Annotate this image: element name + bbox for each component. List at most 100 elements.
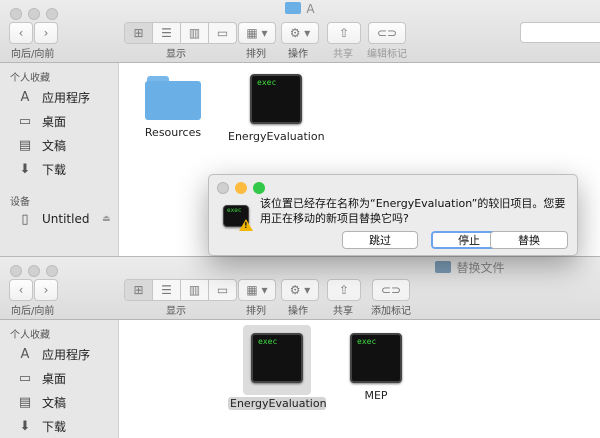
share-icon: ⇧ <box>338 26 350 40</box>
drive-icon: ▯ <box>21 211 29 227</box>
folder-icon <box>145 76 201 120</box>
edit-tags-button[interactable]: ⊂⊃ <box>368 22 406 44</box>
edit-tags-label: 编辑标记 <box>367 49 407 60</box>
window-title: 替换文件 <box>170 259 600 276</box>
view-label: 显示 <box>166 306 186 317</box>
sidebar: 个人收藏 A 应用程序 ▭ 桌面 ▤ 文稿 ⬇ 下载 <box>0 320 119 438</box>
file-name: MEP <box>364 389 388 402</box>
view-switcher: ⊞ ☰ ▥ ▭ <box>124 22 237 44</box>
forward-button[interactable]: › <box>34 22 58 44</box>
finder-window-replace: 替换文件 ‹ › 向后/向前 ⊞ ☰ ▥ ▭ 显示 ▦ ▾ 排列 ⚙ ▾ 操作 … <box>0 256 600 438</box>
sidebar-item-downloads[interactable]: ⬇ 下载 <box>16 416 66 436</box>
warning-mark: ! <box>244 221 248 230</box>
toolbar: 替换文件 ‹ › 向后/向前 ⊞ ☰ ▥ ▭ 显示 ▦ ▾ 排列 ⚙ ▾ 操作 … <box>0 257 600 320</box>
view-label: 显示 <box>166 49 186 60</box>
share-label: 共享 <box>333 306 353 317</box>
chevron-right-icon: › <box>43 283 49 297</box>
share-icon: ⇧ <box>338 283 350 297</box>
coverflow-view-icon[interactable]: ▭ <box>209 23 236 43</box>
close-button[interactable] <box>10 8 22 20</box>
arrange-button[interactable]: ▦ ▾ <box>238 279 276 301</box>
favorites-header: 个人收藏 <box>10 330 50 341</box>
icon-view-icon[interactable]: ⊞ <box>125 280 153 300</box>
sidebar-item-untitled[interactable]: ▯ Untitled <box>16 209 89 229</box>
share-button[interactable]: ⇧ <box>327 22 361 44</box>
sidebar-item-desktop[interactable]: ▭ 桌面 <box>16 111 66 131</box>
arrange-label: 排列 <box>246 306 266 317</box>
documents-icon: ▤ <box>18 137 32 153</box>
devices-header: 设备 <box>10 197 30 208</box>
forward-button[interactable]: › <box>34 279 58 301</box>
file-energyevaluation[interactable]: exec EnergyEvaluation <box>228 74 325 143</box>
column-view-icon[interactable]: ▥ <box>181 280 209 300</box>
sidebar-item-downloads[interactable]: ⬇ 下载 <box>16 159 66 179</box>
replace-button[interactable]: 替换 <box>490 231 568 249</box>
back-forward-label: 向后/向前 <box>11 306 55 317</box>
share-label: 共享 <box>333 49 353 60</box>
action-button[interactable]: ⚙ ▾ <box>281 279 319 301</box>
back-button[interactable]: ‹ <box>9 22 33 44</box>
sidebar-item-applications[interactable]: A 应用程序 <box>16 344 90 364</box>
list-view-icon[interactable]: ☰ <box>153 280 181 300</box>
icon-view-icon[interactable]: ⊞ <box>125 23 153 43</box>
gear-icon: ⚙ ▾ <box>289 283 311 297</box>
chevron-left-icon: ‹ <box>18 283 24 297</box>
desktop-icon: ▭ <box>18 113 32 129</box>
dialog-minimize-button[interactable] <box>235 182 247 194</box>
grid-menu-icon: ▦ ▾ <box>246 26 268 40</box>
add-tags-label: 添加标记 <box>371 306 411 317</box>
folder-icon <box>435 261 452 273</box>
replace-dialog: exec ! 该位置已经存在名称为“EnergyEvaluation”的较旧项目… <box>208 174 578 256</box>
sidebar-item-documents[interactable]: ▤ 文稿 <box>16 392 66 412</box>
skip-button[interactable]: 跳过 <box>342 231 418 249</box>
applications-icon: A <box>20 346 30 362</box>
dialog-message: 该位置已经存在名称为“EnergyEvaluation”的较旧项目。您要用正在移… <box>260 197 566 225</box>
eject-icon[interactable]: ⏏ <box>102 214 111 224</box>
selection-highlight: exec <box>243 325 311 395</box>
exec-icon: exec <box>250 74 302 124</box>
gear-icon: ⚙ ▾ <box>289 26 311 40</box>
zoom-button[interactable] <box>46 8 58 20</box>
chevron-right-icon: › <box>43 26 49 40</box>
applications-icon: A <box>20 89 30 105</box>
sidebar-item-documents[interactable]: ▤ 文稿 <box>16 135 66 155</box>
arrange-button[interactable]: ▦ ▾ <box>238 22 276 44</box>
downloads-icon: ⬇ <box>19 418 31 434</box>
chevron-left-icon: ‹ <box>18 26 24 40</box>
back-button[interactable]: ‹ <box>9 279 33 301</box>
minimize-button[interactable] <box>28 8 40 20</box>
desktop-icon: ▭ <box>18 370 32 386</box>
file-name: Resources <box>144 126 202 139</box>
file-energyevaluation-selected[interactable]: exec EnergyEvaluation <box>228 325 327 410</box>
add-tags-button[interactable]: ⊂⊃ <box>372 279 410 301</box>
file-mep[interactable]: exec MEP <box>346 333 406 402</box>
sidebar-item-applications[interactable]: A 应用程序 <box>16 87 90 107</box>
search-input[interactable] <box>520 22 600 43</box>
file-resources[interactable]: Resources <box>140 76 206 139</box>
sidebar-item-desktop[interactable]: ▭ 桌面 <box>16 368 66 388</box>
window-title: A <box>0 2 600 16</box>
tag-icon: ⊂⊃ <box>376 26 398 40</box>
share-button[interactable]: ⇧ <box>327 279 361 301</box>
column-view-icon[interactable]: ▥ <box>181 23 209 43</box>
action-button[interactable]: ⚙ ▾ <box>281 22 319 44</box>
documents-icon: ▤ <box>18 394 32 410</box>
zoom-button[interactable] <box>46 265 58 277</box>
exec-icon: exec <box>350 333 402 383</box>
close-button[interactable] <box>10 265 22 277</box>
sidebar: 个人收藏 A 应用程序 ▭ 桌面 ▤ 文稿 ⬇ 下载 设备 ▯ Untitled ⏏ <box>0 63 119 256</box>
grid-menu-icon: ▦ ▾ <box>246 283 268 297</box>
favorites-header: 个人收藏 <box>10 73 50 84</box>
action-label: 操作 <box>288 49 308 60</box>
downloads-icon: ⬇ <box>19 161 31 177</box>
coverflow-view-icon[interactable]: ▭ <box>209 280 236 300</box>
tag-icon: ⊂⊃ <box>380 283 402 297</box>
exec-icon: exec <box>251 333 303 383</box>
dialog-zoom-button[interactable] <box>253 182 265 194</box>
view-switcher: ⊞ ☰ ▥ ▭ <box>124 279 237 301</box>
list-view-icon[interactable]: ☰ <box>153 23 181 43</box>
minimize-button[interactable] <box>28 265 40 277</box>
file-name: EnergyEvaluation <box>228 397 327 410</box>
dialog-close-button[interactable] <box>217 182 229 194</box>
back-forward-label: 向后/向前 <box>11 49 55 60</box>
